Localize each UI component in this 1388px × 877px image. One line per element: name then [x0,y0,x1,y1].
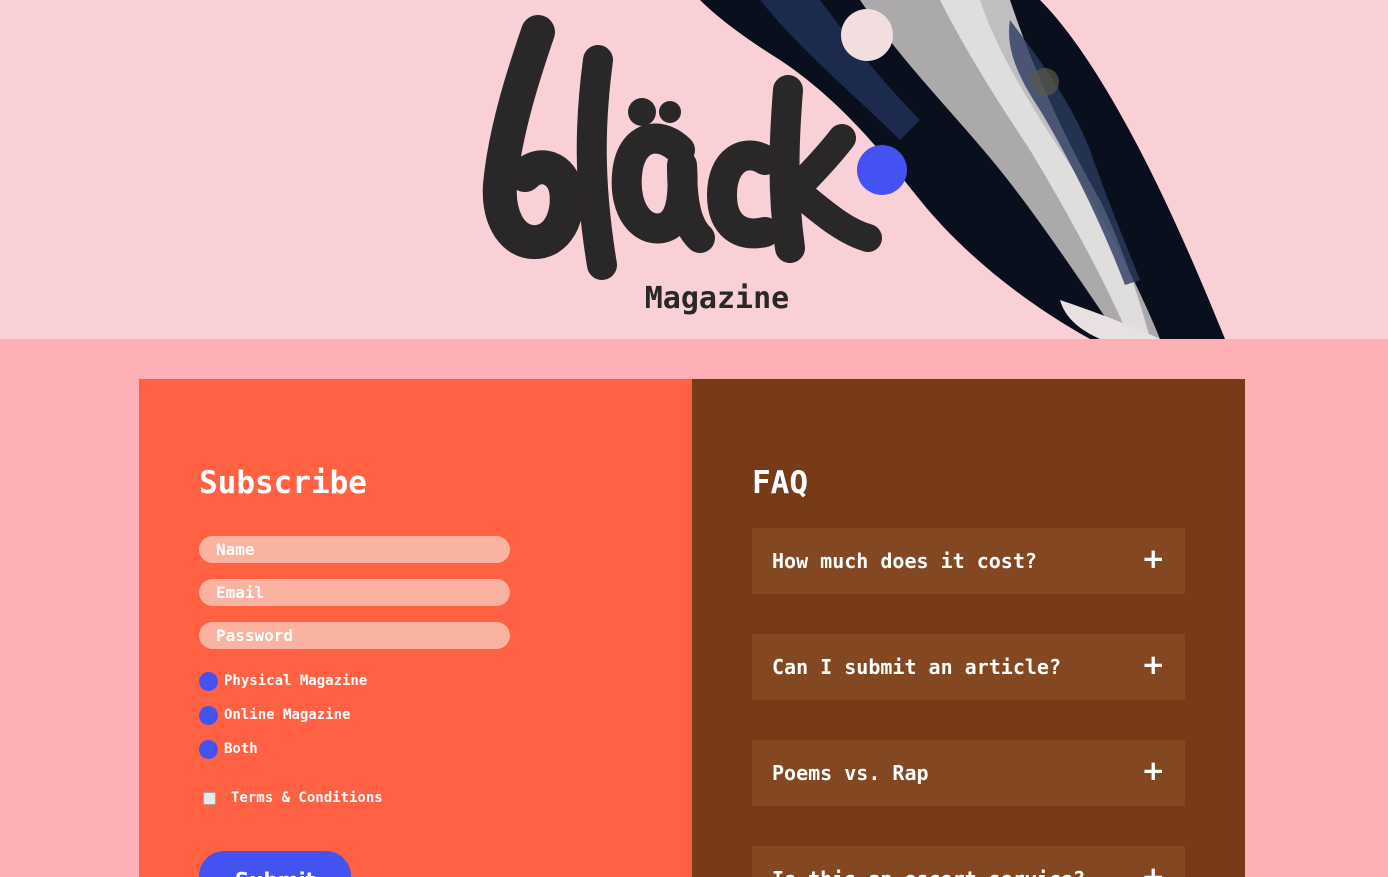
radio-both[interactable]: Both [199,739,258,759]
email-input[interactable] [199,579,510,606]
terms-checkbox[interactable] [203,791,216,805]
plus-icon[interactable]: + [1142,863,1165,877]
radio-online-magazine[interactable]: Online Magazine [199,705,350,725]
radio-physical-magazine[interactable]: Physical Magazine [199,671,367,691]
faq-title: FAQ [752,465,808,501]
submit-button[interactable]: Submit [199,851,351,877]
faq-item[interactable]: Poems vs. Rap + [752,740,1185,806]
plus-icon[interactable]: + [1142,545,1165,573]
faq-item[interactable]: How much does it cost? + [752,528,1185,594]
radio-label: Both [224,741,258,757]
magazine-subtitle: Magazine [644,281,790,316]
radio-button[interactable] [199,671,218,691]
faq-question: Can I submit an article? [772,655,1061,679]
terms-row[interactable]: Terms & Conditions [203,790,383,806]
hero-banner: Magazine [0,0,1388,339]
logo-blue-dot [857,145,907,195]
subscribe-title: Subscribe [199,465,367,501]
black-logo [482,15,907,280]
radio-button[interactable] [199,705,218,725]
terms-label: Terms & Conditions [231,790,383,806]
faq-question: Poems vs. Rap [772,761,929,785]
password-input[interactable] [199,622,510,649]
radio-label: Online Magazine [224,707,351,723]
faq-question: How much does it cost? [772,549,1037,573]
radio-label: Physical Magazine [224,673,368,689]
plus-icon[interactable]: + [1142,651,1165,679]
faq-item[interactable]: Can I submit an article? + [752,634,1185,700]
subscribe-panel: Subscribe Physical Magazine Online Magaz… [139,379,692,877]
faq-question: Is this an escort service? [772,867,1085,877]
plus-icon[interactable]: + [1142,757,1165,785]
name-input[interactable] [199,536,510,563]
faq-panel: FAQ How much does it cost? + Can I submi… [692,379,1245,877]
faq-item[interactable]: Is this an escort service? + [752,846,1185,877]
radio-button[interactable] [199,739,218,759]
